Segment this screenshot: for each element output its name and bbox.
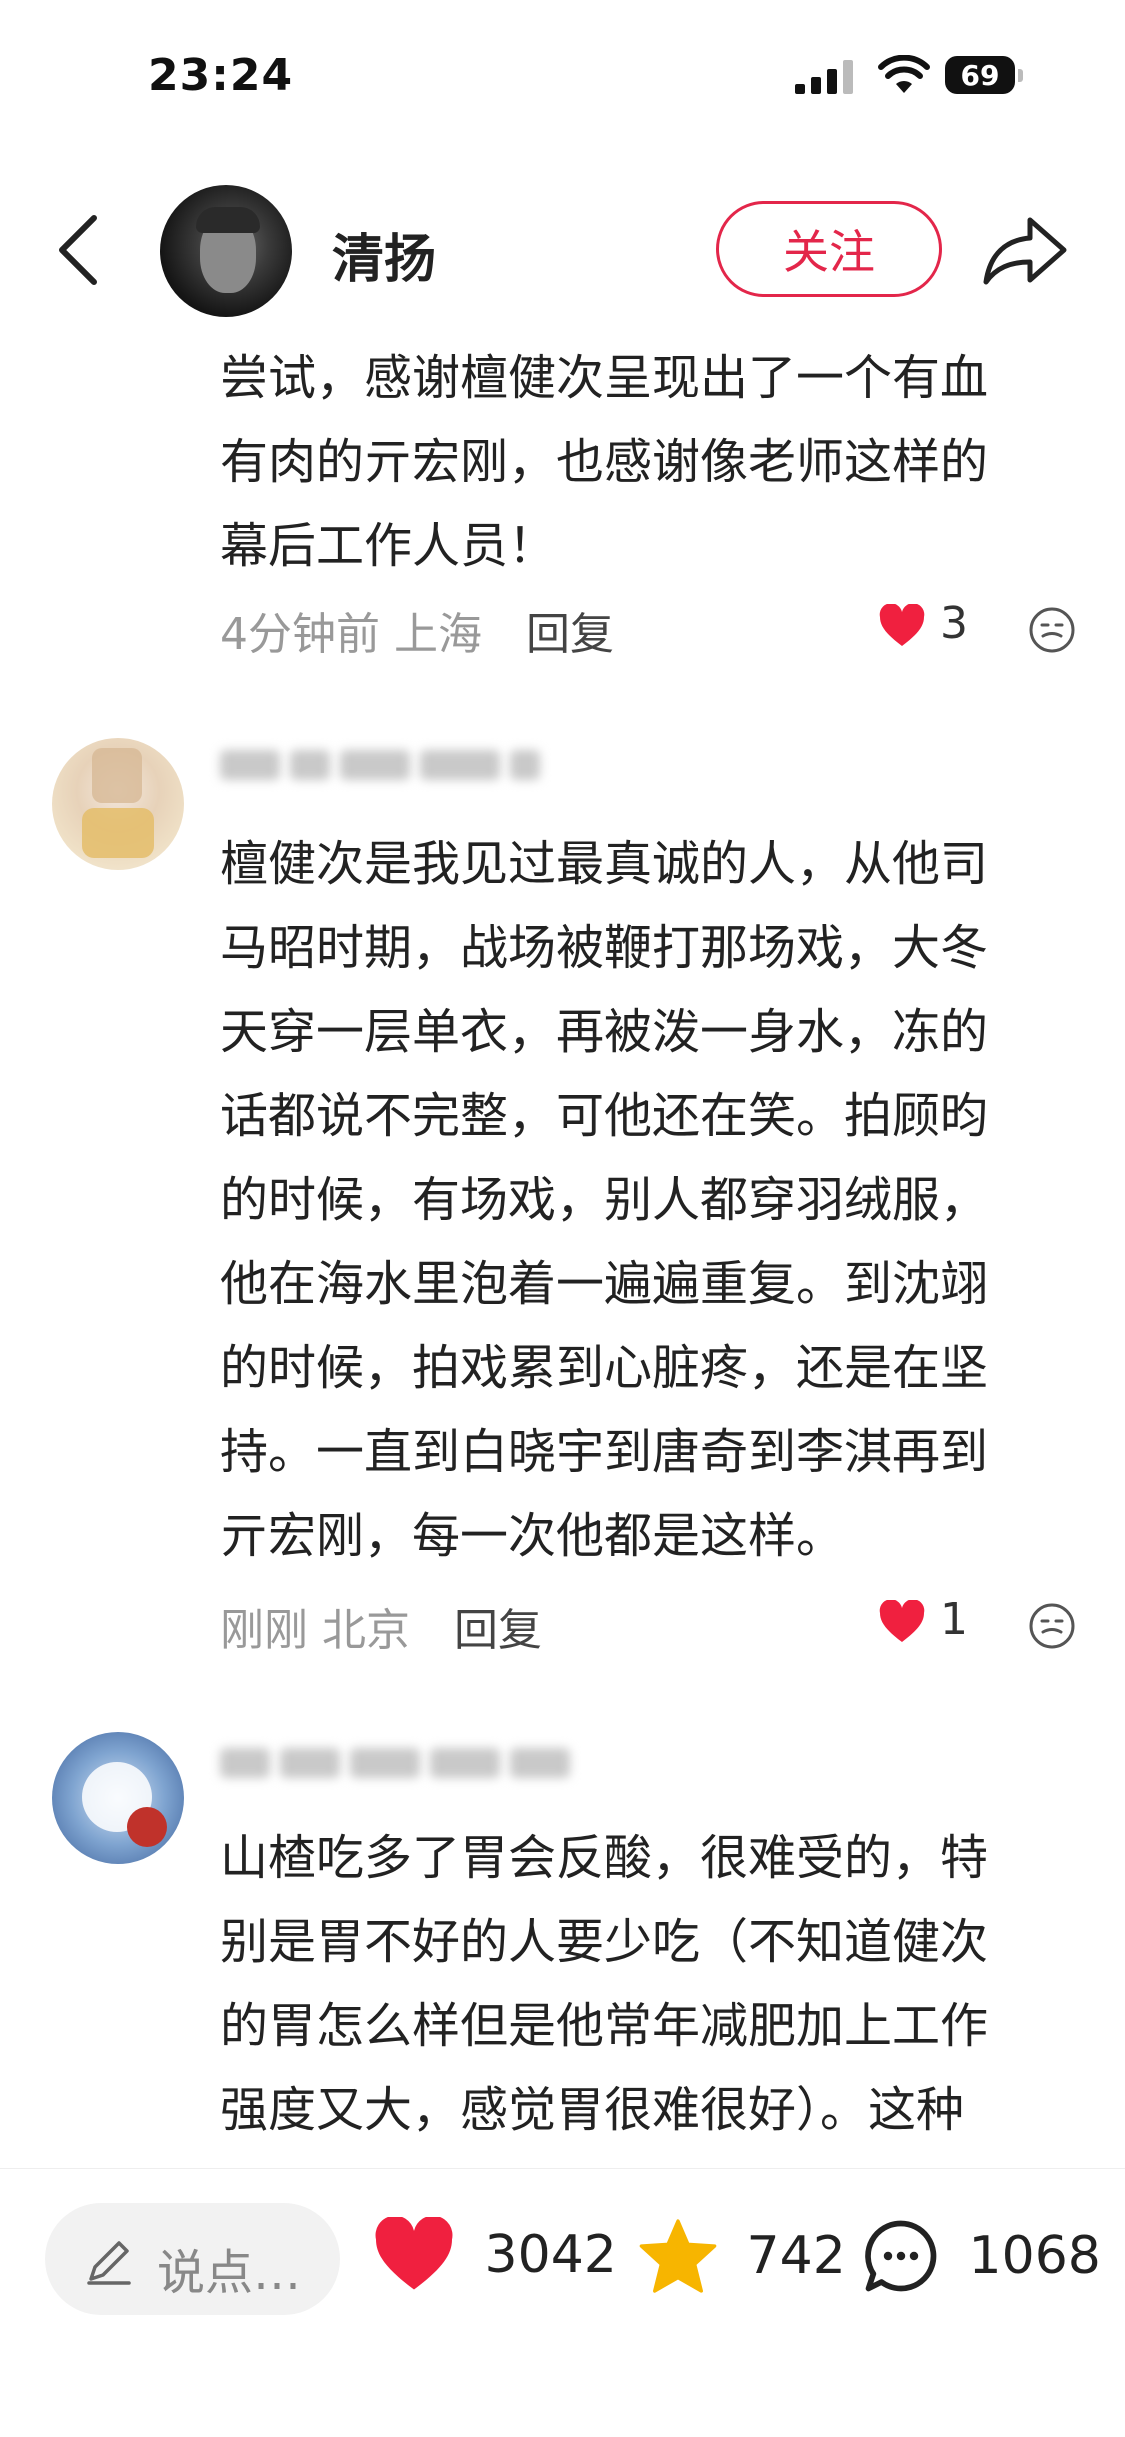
share-icon[interactable] — [980, 210, 1070, 290]
signal-icon — [795, 60, 853, 94]
comment-like-button[interactable]: 1 — [878, 1594, 968, 1645]
star-icon — [639, 2219, 717, 2293]
comment-line: 他在海水里泡着一遍遍重复。到沈翊 — [220, 1256, 989, 1312]
battery-level: 69 — [960, 59, 1000, 92]
author-username[interactable]: 清扬 — [332, 217, 436, 292]
comment-line: 话都说不完整，可他还在笑。拍顾昀 — [220, 1088, 989, 1144]
favorite-count: 742 — [746, 2226, 846, 2286]
comment-line: 持。一直到白晓宇到唐奇到李淇再到 — [220, 1424, 989, 1480]
reply-button[interactable]: 回复 — [526, 609, 614, 660]
commenter-avatar[interactable] — [52, 738, 184, 870]
favorite-button[interactable]: 742 — [638, 2217, 846, 2295]
comment-like-count: 3 — [940, 598, 968, 649]
commenter-avatar[interactable] — [52, 1732, 184, 1864]
comment-line: 强度又大，感觉胃很难很好）。这种 — [220, 2082, 965, 2138]
wifi-icon — [878, 55, 930, 93]
comment-line: 的时候，有场戏，别人都穿羽绒服， — [220, 1172, 989, 1228]
comment-line: 有肉的亓宏刚，也感谢像老师这样的 — [220, 434, 989, 490]
follow-button[interactable]: 关注 — [716, 201, 942, 297]
reply-button[interactable]: 回复 — [454, 1605, 542, 1656]
comment-location: 北京 — [322, 1605, 410, 1656]
comment-input[interactable]: 说点… — [45, 2203, 340, 2315]
comment-line: 的胃怎么样但是他常年减肥加上工作 — [220, 1998, 989, 2054]
comment-time: 刚刚 — [220, 1605, 308, 1656]
comment-meta: 刚刚 北京 回复 — [220, 1594, 542, 1658]
comment-input-placeholder: 说点… — [157, 2245, 302, 2301]
comment-text: 尝试，感谢檀健次呈现出了一个有血 有肉的亓宏刚，也感谢像老师这样的 幕后工作人员… — [220, 336, 1080, 588]
comment-like-count: 1 — [940, 1594, 968, 1645]
comment-line: 檀健次是我见过最真诚的人，从他司 — [220, 836, 989, 892]
comment-like-button[interactable]: 3 — [878, 598, 968, 649]
battery-icon: 69 — [945, 56, 1025, 96]
comment-line: 别是胃不好的人要少吃（不知道健次 — [220, 1914, 989, 1970]
heart-icon — [879, 1599, 925, 1642]
emoji-reaction-icon[interactable] — [1028, 606, 1076, 654]
author-avatar[interactable] — [160, 185, 292, 317]
comment-line: 马昭时期，战场被鞭打那场戏，大冬 — [220, 920, 989, 976]
comment-line: 天穿一层单衣，再被泼一身水，冻的 — [220, 1004, 989, 1060]
comment-meta: 4分钟前 上海 回复 — [220, 598, 614, 662]
comment-line: 山楂吃多了胃会反酸，很难受的，特 — [220, 1830, 989, 1886]
status-bar: 23:24 69 — [0, 0, 1125, 150]
like-count: 3042 — [484, 2225, 617, 2285]
comment-line: 尝试，感谢檀健次呈现出了一个有血 — [220, 350, 989, 406]
emoji-reaction-icon[interactable] — [1028, 1602, 1076, 1650]
bottom-action-bar: 说点… 3042 742 1068 — [0, 2168, 1125, 2437]
like-button[interactable]: 3042 — [372, 2215, 617, 2293]
back-arrow-icon[interactable] — [50, 210, 110, 290]
comment-location: 上海 — [394, 609, 482, 660]
comment-button[interactable]: 1068 — [862, 2217, 1101, 2295]
heart-icon — [879, 603, 925, 646]
comment-text: 山楂吃多了胃会反酸，很难受的，特 别是胃不好的人要少吃（不知道健次 的胃怎么样但… — [220, 1816, 1080, 2152]
comment-line: 幕后工作人员！ — [220, 518, 557, 574]
comment-time: 4分钟前 — [220, 609, 380, 660]
heart-icon — [375, 2215, 453, 2290]
comment-count: 1068 — [968, 2226, 1101, 2286]
comment-line: 亓宏刚，每一次他都是这样。 — [220, 1508, 845, 1564]
comment-bubble-icon — [865, 2220, 937, 2292]
commenter-name-blurred[interactable] — [220, 750, 550, 790]
comment-text: 檀健次是我见过最真诚的人，从他司 马昭时期，战场被鞭打那场戏，大冬 天穿一层单衣… — [220, 822, 1080, 1578]
status-time: 23:24 — [148, 50, 294, 101]
post-header: 清扬 关注 — [0, 175, 1125, 325]
commenter-name-blurred[interactable] — [220, 1748, 580, 1788]
comment-line: 的时候，拍戏累到心脏疼，还是在坚 — [220, 1340, 989, 1396]
pencil-icon — [87, 2241, 131, 2285]
